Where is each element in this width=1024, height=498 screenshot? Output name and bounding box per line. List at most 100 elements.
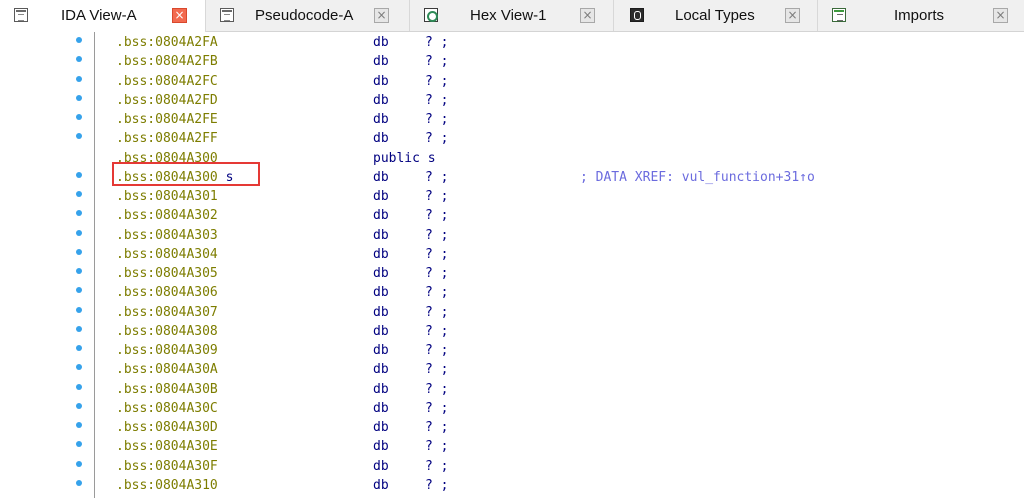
mnemonic[interactable]: db bbox=[373, 303, 389, 322]
breakpoint-dot-icon[interactable] bbox=[76, 479, 82, 486]
mnemonic[interactable]: db bbox=[373, 437, 389, 456]
operand[interactable]: ? ; bbox=[425, 52, 448, 71]
listing-line[interactable]: .bss:0804A305 db ? ; bbox=[0, 264, 1024, 283]
address[interactable]: .bss:0804A310 bbox=[116, 476, 218, 495]
tab-local-types[interactable]: Local Types × bbox=[614, 0, 818, 31]
breakpoint-dot-icon[interactable] bbox=[76, 268, 82, 274]
close-tab-icon[interactable]: × bbox=[172, 8, 187, 23]
listing-line[interactable]: .bss:0804A309 db ? ; bbox=[0, 341, 1024, 360]
xref-comment[interactable]: ; DATA XREF: vul_function+31↑o bbox=[580, 168, 815, 187]
address[interactable]: .bss:0804A2FB bbox=[116, 52, 218, 71]
operand[interactable]: ? ; bbox=[425, 206, 448, 225]
address[interactable]: .bss:0804A2FF bbox=[116, 129, 218, 148]
breakpoint-dot-icon[interactable] bbox=[76, 171, 82, 178]
operand[interactable]: ? ; bbox=[425, 187, 448, 206]
operand[interactable]: ? ; bbox=[425, 476, 448, 495]
address[interactable]: .bss:0804A304 bbox=[116, 245, 218, 264]
listing-line[interactable]: .bss:0804A307 db ? ; bbox=[0, 303, 1024, 322]
breakpoint-dot-icon[interactable] bbox=[76, 248, 82, 255]
mnemonic[interactable]: db bbox=[373, 264, 389, 283]
operand[interactable]: ? ; bbox=[425, 322, 448, 341]
operand[interactable]: ? ; bbox=[425, 226, 448, 245]
breakpoint-dot-icon[interactable] bbox=[76, 114, 82, 120]
mnemonic[interactable]: db bbox=[373, 360, 389, 379]
breakpoint-dot-icon[interactable] bbox=[76, 402, 82, 409]
operand[interactable]: ? ; bbox=[425, 457, 448, 476]
operand[interactable]: ? ; bbox=[425, 341, 448, 360]
tab-pseudocode-a[interactable]: Pseudocode-A × bbox=[206, 0, 410, 31]
listing-line[interactable]: .bss:0804A308 db ? ; bbox=[0, 322, 1024, 341]
operand[interactable]: ? ; bbox=[425, 360, 448, 379]
mnemonic[interactable]: db bbox=[373, 110, 389, 129]
mnemonic[interactable]: db bbox=[373, 226, 389, 245]
listing-line[interactable]: .bss:0804A2FA db ? ; bbox=[0, 33, 1024, 52]
breakpoint-dot-icon[interactable] bbox=[76, 364, 82, 371]
tab-ida-view-a[interactable]: IDA View-A × bbox=[0, 0, 206, 32]
listing-line[interactable]: .bss:0804A303 db ? ; bbox=[0, 226, 1024, 245]
listing-line[interactable]: .bss:0804A2FB db ? ; bbox=[0, 52, 1024, 71]
breakpoint-dot-icon[interactable] bbox=[76, 75, 82, 82]
address[interactable]: .bss:0804A30A bbox=[116, 360, 218, 379]
close-tab-icon[interactable]: × bbox=[580, 8, 595, 23]
address[interactable]: .bss:0804A307 bbox=[116, 303, 218, 322]
address[interactable]: .bss:0804A303 bbox=[116, 226, 218, 245]
mnemonic[interactable]: db bbox=[373, 91, 389, 110]
breakpoint-dot-icon[interactable] bbox=[76, 325, 82, 332]
mnemonic[interactable]: db bbox=[373, 72, 389, 91]
mnemonic[interactable]: db bbox=[373, 341, 389, 360]
operand[interactable]: ? ; bbox=[425, 283, 448, 302]
breakpoint-dot-icon[interactable] bbox=[76, 287, 82, 294]
operand[interactable]: ? ; bbox=[425, 264, 448, 283]
listing-line[interactable]: .bss:0804A302 db ? ; bbox=[0, 206, 1024, 225]
address[interactable]: .bss:0804A301 bbox=[116, 187, 218, 206]
listing-line[interactable]: .bss:0804A30A db ? ; bbox=[0, 360, 1024, 379]
breakpoint-dot-icon[interactable] bbox=[76, 422, 82, 428]
listing-line[interactable]: .bss:0804A30B db ? ; bbox=[0, 380, 1024, 399]
breakpoint-dot-icon[interactable] bbox=[76, 306, 82, 313]
breakpoint-dot-icon[interactable] bbox=[76, 191, 82, 197]
listing-line[interactable]: .bss:0804A30D db ? ; bbox=[0, 418, 1024, 437]
breakpoint-dot-icon[interactable] bbox=[76, 56, 82, 63]
listing-line[interactable]: .bss:0804A2FF db ? ; bbox=[0, 129, 1024, 148]
address[interactable]: .bss:0804A30C bbox=[116, 399, 218, 418]
address[interactable]: .bss:0804A2FC bbox=[116, 72, 218, 91]
operand[interactable]: ? ; bbox=[425, 399, 448, 418]
mnemonic[interactable]: db bbox=[373, 206, 389, 225]
operand[interactable]: ? ; bbox=[425, 168, 448, 187]
tab-imports[interactable]: Imports × bbox=[818, 0, 1024, 31]
listing-line[interactable]: .bss:0804A2FC db ? ; bbox=[0, 72, 1024, 91]
operand[interactable]: ? ; bbox=[425, 33, 448, 52]
operand[interactable]: ? ; bbox=[425, 91, 448, 110]
operand[interactable]: ? ; bbox=[425, 380, 448, 399]
mnemonic[interactable]: db bbox=[373, 129, 389, 148]
breakpoint-dot-icon[interactable] bbox=[76, 133, 82, 140]
breakpoint-dot-icon[interactable] bbox=[76, 94, 82, 101]
mnemonic[interactable]: db bbox=[373, 52, 389, 71]
close-tab-icon[interactable]: × bbox=[993, 8, 1008, 23]
breakpoint-dot-icon[interactable] bbox=[76, 210, 82, 217]
listing-line[interactable]: .bss:0804A30E db ? ; bbox=[0, 437, 1024, 456]
address[interactable]: .bss:0804A308 bbox=[116, 322, 218, 341]
mnemonic[interactable]: db bbox=[373, 283, 389, 302]
address[interactable]: .bss:0804A30D bbox=[116, 418, 218, 437]
breakpoint-dot-icon[interactable] bbox=[76, 383, 82, 390]
listing-line[interactable]: .bss:0804A304 db ? ; bbox=[0, 245, 1024, 264]
disassembly-view[interactable]: .bss:0804A2FA db? ; .bss:0804A2FB db? ; .bss… bbox=[0, 32, 1024, 498]
mnemonic[interactable]: public s bbox=[373, 149, 436, 168]
breakpoint-dot-icon[interactable] bbox=[76, 441, 82, 448]
address[interactable]: .bss:0804A30F bbox=[116, 457, 218, 476]
listing-line[interactable]: .bss:0804A310 db ? ; bbox=[0, 476, 1024, 495]
mnemonic[interactable]: db bbox=[373, 322, 389, 341]
mnemonic[interactable]: db bbox=[373, 476, 389, 495]
listing-line[interactable]: .bss:0804A30F db ? ; bbox=[0, 457, 1024, 476]
mnemonic[interactable]: db bbox=[373, 380, 389, 399]
breakpoint-dot-icon[interactable] bbox=[76, 345, 82, 351]
close-tab-icon[interactable]: × bbox=[374, 8, 389, 23]
operand[interactable]: ? ; bbox=[425, 110, 448, 129]
mnemonic[interactable]: db bbox=[373, 418, 389, 437]
listing-line[interactable]: .bss:0804A2FE db ? ; bbox=[0, 110, 1024, 129]
address[interactable]: .bss:0804A306 bbox=[116, 283, 218, 302]
address[interactable]: .bss:0804A30B bbox=[116, 380, 218, 399]
operand[interactable]: ? ; bbox=[425, 303, 448, 322]
mnemonic[interactable]: db bbox=[373, 245, 389, 264]
